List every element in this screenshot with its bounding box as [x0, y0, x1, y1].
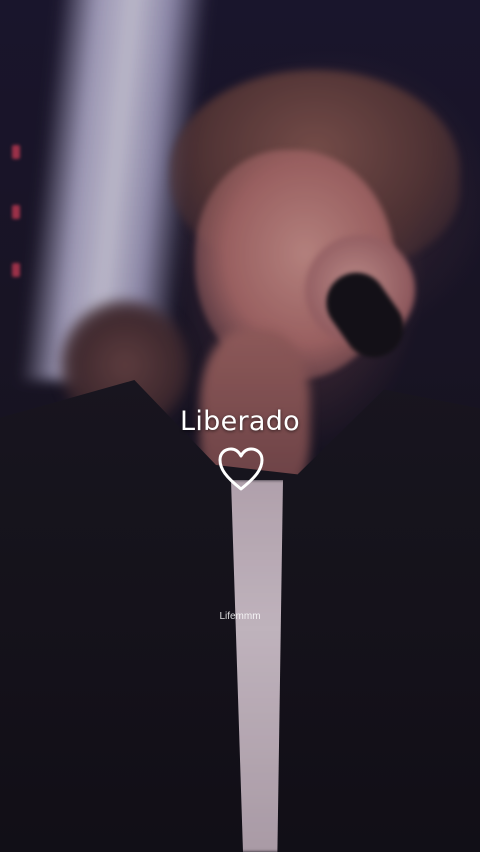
caption-text: Liberado: [180, 406, 300, 437]
watermark-text: Lifemmm: [219, 611, 261, 622]
video-frame: Liberado Lifemmm: [0, 0, 480, 852]
heart-outline-icon: [218, 447, 264, 491]
